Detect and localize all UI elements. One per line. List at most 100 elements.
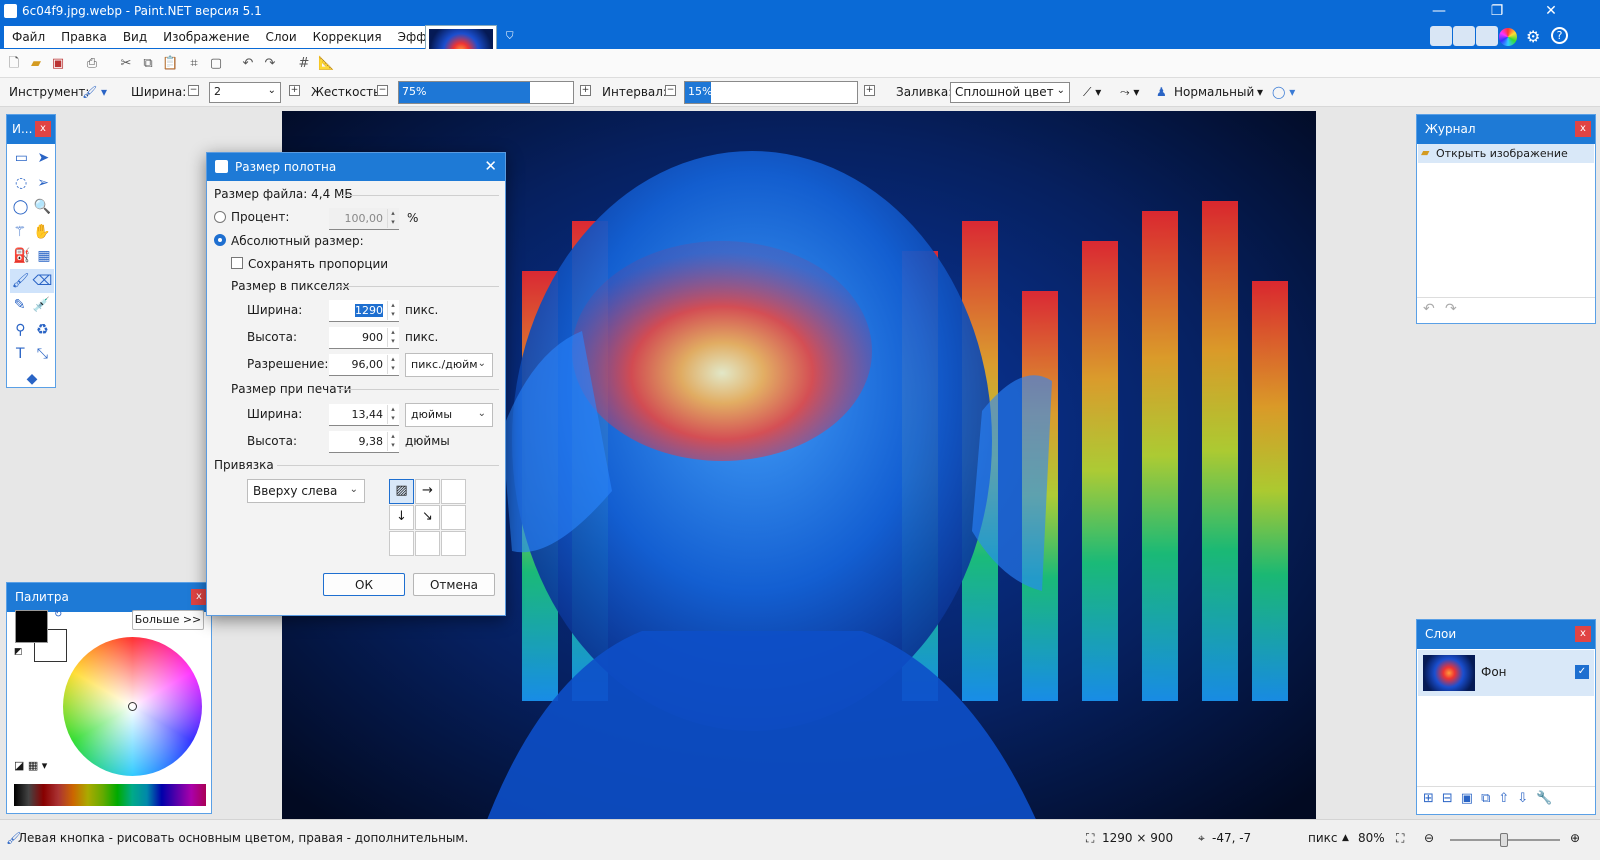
- help-icon[interactable]: ?: [1551, 27, 1568, 44]
- menu-view[interactable]: Вид: [115, 26, 155, 48]
- redo-icon[interactable]: ↷: [262, 56, 278, 71]
- palette-panel-close-button[interactable]: x: [191, 589, 207, 605]
- paste-icon[interactable]: 📋: [162, 56, 178, 71]
- menu-adjustments[interactable]: Коррекция: [305, 26, 390, 48]
- hardness-increase-button[interactable]: +: [580, 85, 591, 96]
- layer-row[interactable]: Фон ✓: [1418, 650, 1594, 696]
- new-file-icon[interactable]: 🗋: [6, 56, 22, 71]
- shapes-icon[interactable]: ◆: [27, 367, 38, 392]
- crop-icon[interactable]: ⌗: [186, 56, 202, 71]
- history-toggle-icon[interactable]: [1453, 26, 1475, 46]
- ok-button[interactable]: ОК: [323, 573, 405, 596]
- interval-increase-button[interactable]: +: [864, 85, 875, 96]
- restore-button[interactable]: ❐: [1474, 2, 1520, 22]
- brush-width-field[interactable]: 2 ⌄: [209, 82, 281, 103]
- menu-image[interactable]: Изображение: [155, 26, 257, 48]
- zoom-icon[interactable]: 🔍: [34, 195, 51, 220]
- cancel-button[interactable]: Отмена: [413, 573, 495, 596]
- anchor-top-center[interactable]: →: [415, 479, 440, 504]
- move-selected-icon[interactable]: ➤: [38, 146, 50, 171]
- anchor-bottom-right[interactable]: [441, 531, 466, 556]
- absolute-size-radio[interactable]: [214, 234, 226, 246]
- interval-slider[interactable]: 15%: [684, 81, 858, 104]
- selection-mode-icon[interactable]: ◯ ▾: [1272, 85, 1295, 99]
- hardness-decrease-button[interactable]: −: [377, 85, 388, 96]
- brush-tool-icon[interactable]: 🖌 ▾: [82, 85, 107, 99]
- pixel-width-input[interactable]: 1290 ▴ ▾: [329, 300, 399, 322]
- zoom-fit-icon[interactable]: ⛶: [1396, 831, 1404, 846]
- keep-ratio-checkbox[interactable]: [231, 257, 243, 269]
- save-icon[interactable]: ▣: [50, 56, 66, 71]
- pan-hand-icon[interactable]: ✋: [33, 220, 50, 245]
- layer-visibility-checkbox[interactable]: ✓: [1575, 665, 1589, 679]
- print-width-input[interactable]: 13,44 ▴ ▾: [329, 404, 399, 426]
- blend-mode-icon[interactable]: ♟: [1156, 85, 1167, 99]
- width-increase-button[interactable]: +: [289, 85, 300, 96]
- tools-panel-close-button[interactable]: x: [35, 121, 51, 137]
- line-curve-icon[interactable]: ⤡: [37, 342, 48, 367]
- layers-toggle-icon[interactable]: [1476, 26, 1498, 46]
- alpha-blend-icon[interactable]: ⤳ ▾: [1120, 85, 1139, 100]
- tools-toggle-icon[interactable]: [1430, 26, 1452, 46]
- minimize-button[interactable]: —: [1416, 2, 1462, 22]
- settings-gear-icon[interactable]: ⚙: [1526, 27, 1540, 46]
- menu-edit[interactable]: Правка: [53, 26, 115, 48]
- close-button[interactable]: ✕: [1528, 2, 1574, 22]
- anchor-bottom-left[interactable]: [389, 531, 414, 556]
- anchor-bottom-center[interactable]: [415, 531, 440, 556]
- primary-color-swatch[interactable]: [15, 610, 48, 643]
- swap-colors-icon[interactable]: ↻: [54, 609, 62, 620]
- color-wheel-cursor[interactable]: [128, 702, 137, 711]
- grid-icon[interactable]: #: [296, 56, 312, 71]
- history-item-open-image[interactable]: ▰ Открыть изображение: [1418, 144, 1594, 163]
- hardness-slider[interactable]: 75%: [398, 81, 574, 104]
- blend-mode-value[interactable]: Нормальный: [1174, 85, 1254, 99]
- move-selection-icon[interactable]: ➢: [37, 171, 49, 196]
- clone-stamp-icon[interactable]: ⚲: [15, 318, 25, 343]
- history-panel-close-button[interactable]: x: [1575, 121, 1591, 137]
- zoom-out-icon[interactable]: ⊖: [1424, 831, 1434, 845]
- more-colors-button[interactable]: Больше >>: [132, 610, 204, 630]
- ruler-icon[interactable]: 📐: [318, 56, 334, 71]
- anchor-select[interactable]: Вверху слева ⌄: [247, 479, 365, 503]
- paint-bucket-icon[interactable]: ⛽: [13, 244, 30, 269]
- anchor-middle-right[interactable]: [441, 505, 466, 530]
- paintbrush-icon[interactable]: 🖌: [12, 269, 30, 294]
- antialias-icon[interactable]: ⟋ ▾: [1083, 85, 1101, 100]
- layers-panel-close-button[interactable]: x: [1575, 626, 1591, 642]
- print-height-input[interactable]: 9,38 ▴ ▾: [329, 431, 399, 453]
- units-dropdown-icon[interactable]: ▲: [1342, 833, 1349, 843]
- anchor-top-right[interactable]: [441, 479, 466, 504]
- pixel-height-input[interactable]: 900 ▴ ▾: [329, 327, 399, 349]
- menu-file[interactable]: Файл: [4, 26, 53, 48]
- palette-mode-icon[interactable]: ◪ ▦ ▾: [14, 759, 47, 772]
- eraser-icon[interactable]: ⌫: [33, 269, 53, 294]
- resolution-unit-select[interactable]: пикс./дюйм ⌄: [405, 353, 493, 377]
- zoom-in-icon[interactable]: ⊕: [1570, 831, 1580, 845]
- interval-decrease-button[interactable]: −: [665, 85, 676, 96]
- reset-colors-icon[interactable]: ◩: [14, 647, 23, 657]
- deselect-icon[interactable]: ▢: [208, 56, 224, 71]
- blend-mode-dropdown-icon[interactable]: ▾: [1257, 85, 1263, 99]
- layer-actions-toolbar[interactable]: ⊞⊟▣⧉⇧⇩🔧: [1423, 791, 1560, 806]
- percent-radio[interactable]: [214, 211, 226, 223]
- copy-icon[interactable]: ⧉: [140, 56, 156, 71]
- rectangle-select-icon[interactable]: ▭: [15, 146, 28, 171]
- recolor-icon[interactable]: ♻: [36, 318, 49, 343]
- anchor-top-left[interactable]: ▨: [389, 479, 414, 504]
- resolution-input[interactable]: 96,00 ▴ ▾: [329, 354, 399, 376]
- units-select[interactable]: пикс: [1308, 831, 1338, 845]
- history-undo-icon[interactable]: ↶: [1423, 301, 1435, 317]
- color-picker-icon[interactable]: 💉: [33, 293, 50, 318]
- text-icon[interactable]: T: [16, 342, 25, 367]
- undo-icon[interactable]: ↶: [240, 56, 256, 71]
- width-decrease-button[interactable]: −: [188, 85, 199, 96]
- anchor-middle-left[interactable]: ↓: [389, 505, 414, 530]
- magic-wand-icon[interactable]: ⚚: [14, 220, 27, 245]
- anchor-center[interactable]: ↘: [415, 505, 440, 530]
- colors-toggle-icon[interactable]: [1499, 28, 1517, 46]
- tab-list-dropdown-icon[interactable]: ⛉: [506, 31, 518, 43]
- ellipse-select-icon[interactable]: ◯: [13, 195, 29, 220]
- print-icon[interactable]: ⎙: [84, 56, 100, 71]
- print-width-unit-select[interactable]: дюймы ⌄: [405, 403, 493, 427]
